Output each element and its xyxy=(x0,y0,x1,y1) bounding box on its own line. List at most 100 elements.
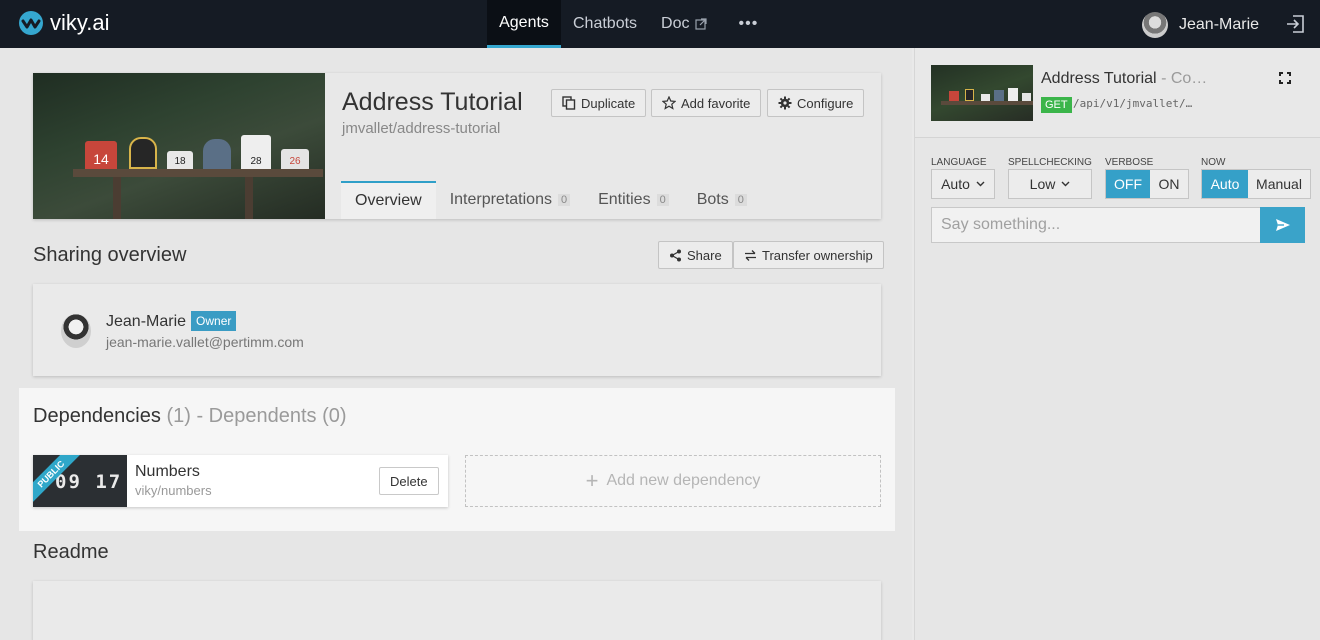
share-button[interactable]: Share xyxy=(658,241,733,269)
dependencies-count: (1) xyxy=(166,405,191,427)
nav-doc[interactable]: Doc xyxy=(649,0,718,48)
now-auto-button[interactable]: Auto xyxy=(1202,170,1248,198)
image-plank xyxy=(73,169,323,177)
gear-icon xyxy=(778,96,792,110)
language-label: LANGUAGE xyxy=(931,157,987,168)
nav-chatbots[interactable]: Chatbots xyxy=(561,0,649,48)
thumb-plank xyxy=(941,101,1033,105)
owner-card: Jean-Marie Owner jean-marie.vallet@pertim… xyxy=(33,284,881,376)
console-header: Address Tutorial - Co… GET /api/v1/jmval… xyxy=(915,48,1320,138)
add-favorite-label: Add favorite xyxy=(681,95,751,111)
thumbnail-digits: 09 17 xyxy=(55,471,123,493)
verbose-on-button[interactable]: ON xyxy=(1150,170,1188,198)
app-name: viky.ai xyxy=(50,10,110,35)
console-title: Address Tutorial - Co… xyxy=(1041,70,1207,88)
share-label: Share xyxy=(687,247,722,263)
spellchecking-label: SPELLCHECKING xyxy=(1008,157,1092,168)
configure-button[interactable]: Configure xyxy=(767,89,865,117)
console-agent-thumbnail xyxy=(931,65,1033,121)
console-agent-title: Address Tutorial xyxy=(1041,70,1157,87)
configure-label: Configure xyxy=(797,95,854,111)
owner-name: Jean-Marie xyxy=(106,313,187,330)
spellchecking-value: Low xyxy=(1029,176,1056,192)
mailbox-white: 18 xyxy=(167,151,193,169)
star-icon xyxy=(662,96,676,110)
thumb-mailbox xyxy=(981,94,990,101)
logout-icon[interactable] xyxy=(1285,14,1305,34)
send-icon xyxy=(1275,219,1290,231)
nav-doc-label: Doc xyxy=(661,15,690,32)
tab-bots-label: Bots xyxy=(696,191,729,208)
api-endpoint[interactable]: /api/v1/jmvallet/… xyxy=(1073,97,1192,110)
dependency-card[interactable]: 09 17 PUBLIC Numbers viky/numbers Delete xyxy=(33,455,448,507)
top-bar: viky.ai Agents Chatbots Doc ••• Jean-Mar… xyxy=(0,0,1320,48)
add-favorite-button[interactable]: Add favorite xyxy=(651,89,762,117)
dependency-name[interactable]: Numbers xyxy=(135,463,200,481)
share-icon xyxy=(670,249,681,261)
readme-card xyxy=(33,581,881,640)
dependency-slug: viky/numbers xyxy=(135,483,212,498)
dependencies-label: Dependencies xyxy=(33,405,161,427)
owner-avatar xyxy=(61,314,91,348)
viky-logo-icon xyxy=(19,11,43,35)
http-method-badge: GET xyxy=(1041,97,1072,113)
add-dependency-label: Add new dependency xyxy=(606,472,761,489)
send-button[interactable] xyxy=(1260,207,1305,243)
duplicate-button[interactable]: Duplicate xyxy=(551,89,647,117)
language-select[interactable]: Auto xyxy=(931,169,995,199)
spellchecking-select[interactable]: Low xyxy=(1008,169,1092,199)
main-nav: Agents Chatbots Doc ••• xyxy=(487,0,776,48)
more-menu-icon[interactable]: ••• xyxy=(719,0,777,48)
chevron-down-icon xyxy=(1061,181,1070,187)
console-panel: Address Tutorial - Co… GET /api/v1/jmval… xyxy=(914,48,1320,640)
owner-email: jean-marie.vallet@pertimm.com xyxy=(106,334,304,350)
tab-bots-count: 0 xyxy=(734,194,747,206)
tab-entities-count: 0 xyxy=(656,194,669,206)
now-manual-button[interactable]: Manual xyxy=(1248,170,1310,198)
duplicate-label: Duplicate xyxy=(581,95,636,111)
tab-bots[interactable]: Bots 0 xyxy=(683,181,761,219)
verbose-off-button[interactable]: OFF xyxy=(1106,170,1150,198)
tab-overview-label: Overview xyxy=(355,192,422,209)
agent-tabs: Overview Interpretations 0 Entities 0 Bots… xyxy=(341,181,761,219)
say-something-input[interactable]: Say something... xyxy=(931,207,1261,243)
tab-overview[interactable]: Overview xyxy=(341,181,436,219)
user-menu[interactable]: Jean-Marie xyxy=(1142,12,1259,38)
mailbox-house: 28 xyxy=(241,135,271,169)
thumb-mailbox xyxy=(965,89,974,101)
tab-interpretations-count: 0 xyxy=(557,194,571,206)
dependents-label: - Dependents xyxy=(196,405,317,427)
language-value: Auto xyxy=(941,176,970,192)
readme-title: Readme xyxy=(33,541,109,563)
tab-interpretations[interactable]: Interpretations 0 xyxy=(436,181,584,219)
app-logo[interactable]: viky.ai xyxy=(18,10,110,36)
tab-entities[interactable]: Entities 0 xyxy=(584,181,683,219)
dependency-thumbnail: 09 17 PUBLIC xyxy=(33,455,127,507)
transfer-ownership-label: Transfer ownership xyxy=(762,247,873,263)
transfer-ownership-button[interactable]: Transfer ownership xyxy=(733,241,884,269)
delete-dependency-button[interactable]: Delete xyxy=(379,467,439,495)
agent-slug: jmvallet/address-tutorial xyxy=(342,120,501,137)
thumb-mailbox xyxy=(949,91,959,101)
now-toggle: Auto Manual xyxy=(1201,169,1311,199)
owner-name-row: Jean-Marie Owner xyxy=(106,311,237,331)
thumb-mailbox xyxy=(1022,93,1031,101)
mailbox-small: 26 xyxy=(281,149,309,169)
sharing-title: Sharing overview xyxy=(33,244,187,266)
add-dependency-button[interactable]: + Add new dependency xyxy=(465,455,881,507)
thumb-mailbox xyxy=(1008,88,1018,101)
user-name: Jean-Marie xyxy=(1179,16,1260,33)
user-avatar xyxy=(1142,12,1168,38)
thumb-mailbox xyxy=(994,90,1004,101)
image-post xyxy=(113,177,121,219)
nav-agents[interactable]: Agents xyxy=(487,0,561,48)
expand-icon[interactable] xyxy=(1279,72,1291,84)
verbose-toggle: OFF ON xyxy=(1105,169,1189,199)
image-post xyxy=(245,177,253,219)
plus-icon: + xyxy=(585,468,599,493)
duplicate-icon xyxy=(562,96,576,110)
console-title-suffix: - Co… xyxy=(1161,70,1208,87)
agent-image: 14 18 28 26 xyxy=(33,73,325,219)
dependencies-title: Dependencies (1) - Dependents (0) xyxy=(33,405,347,428)
mailbox-yellow xyxy=(129,137,157,169)
